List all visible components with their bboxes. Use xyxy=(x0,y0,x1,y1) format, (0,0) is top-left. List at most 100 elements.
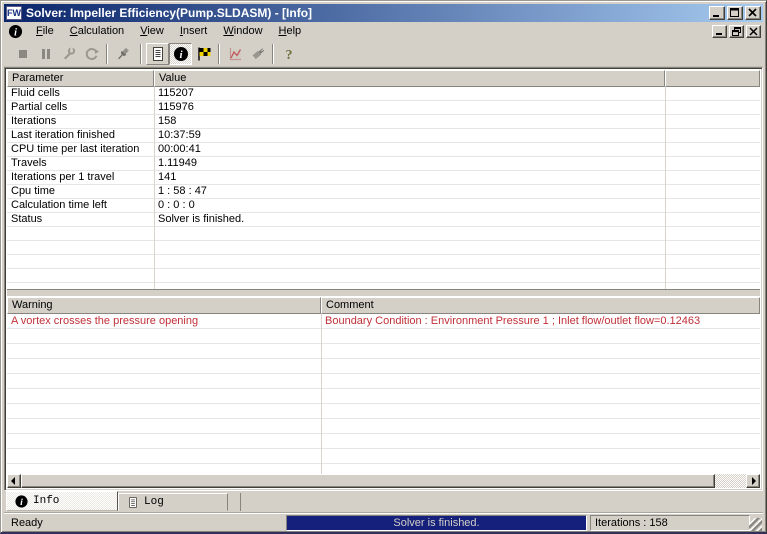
log-list-button[interactable] xyxy=(146,42,169,65)
column-header-parameter[interactable]: Parameter xyxy=(7,70,154,87)
question-mark-icon: ? xyxy=(285,48,292,62)
chart-icon xyxy=(229,47,241,60)
scrollbar-track[interactable] xyxy=(715,474,746,488)
column-header-comment[interactable]: Comment xyxy=(321,297,760,314)
param-name: CPU time per last iteration xyxy=(11,143,140,155)
pause-icon xyxy=(41,48,50,59)
tab-label: Info xyxy=(33,495,60,507)
svg-text:i: i xyxy=(20,497,23,508)
tab-info[interactable]: i Info xyxy=(6,491,118,511)
tab-log[interactable]: Log xyxy=(118,493,228,511)
param-value: 10:37:59 xyxy=(158,129,201,141)
warnings-table-header: Warning Comment xyxy=(7,297,760,314)
arrow-right-icon xyxy=(752,477,756,485)
info-icon: i xyxy=(173,46,188,61)
param-value: 158 xyxy=(158,115,177,127)
param-name: Partial cells xyxy=(11,101,68,113)
param-name: Iterations xyxy=(11,115,57,127)
child-close-button[interactable] xyxy=(746,25,761,38)
column-divider xyxy=(321,314,322,474)
solver-window: FW Solver: Impeller Efficiency(Pump.SLDA… xyxy=(0,0,767,534)
info-icon[interactable]: i xyxy=(8,24,23,39)
table-row: CPU time per last iteration 00:00:41 xyxy=(7,143,760,157)
param-value: 1 : 58 : 47 xyxy=(158,185,207,197)
horizontal-scrollbar[interactable] xyxy=(7,474,760,488)
param-name: Calculation time left xyxy=(11,199,107,211)
info-icon: i xyxy=(15,494,28,508)
tabstrip-divider xyxy=(240,493,241,511)
scroll-right-button[interactable] xyxy=(746,474,760,488)
status-bar: Ready Solver is finished. Iterations : 1… xyxy=(4,512,763,532)
resize-grip[interactable] xyxy=(749,518,762,531)
column-header-blank xyxy=(665,70,760,87)
refresh-button[interactable] xyxy=(80,43,103,65)
child-restore-button[interactable] xyxy=(729,25,744,38)
maximize-icon xyxy=(730,8,739,17)
scrollbar-thumb[interactable] xyxy=(21,474,715,488)
param-name: Status xyxy=(11,213,43,225)
param-value: 1.11949 xyxy=(158,157,197,169)
parameters-table-header: Parameter Value xyxy=(7,70,760,87)
stop-button[interactable] xyxy=(11,43,34,65)
warning-text: A vortex crosses the pressure opening xyxy=(11,315,199,327)
goals-button[interactable] xyxy=(192,43,215,65)
table-row: Iterations 158 xyxy=(7,115,760,129)
goal-plot-button[interactable] xyxy=(223,43,246,65)
minimize-icon xyxy=(713,15,719,17)
column-divider xyxy=(665,87,666,289)
param-name: Iterations per 1 travel xyxy=(11,171,115,183)
param-value: 115976 xyxy=(158,101,194,113)
column-header-value[interactable]: Value xyxy=(154,70,665,87)
minimize-icon xyxy=(716,33,722,35)
info-view: Parameter Value Fluid cells 115207 Parti… xyxy=(4,67,763,491)
close-icon xyxy=(749,27,758,36)
takeover-button[interactable] xyxy=(57,43,80,65)
param-value: 141 xyxy=(158,171,177,183)
help-button[interactable]: ? xyxy=(277,43,300,65)
preview-button[interactable] xyxy=(246,43,269,65)
close-icon xyxy=(748,8,757,17)
info-view-button[interactable]: i xyxy=(169,42,192,65)
svg-text:?: ? xyxy=(285,48,292,62)
toolbar-separator xyxy=(218,43,220,64)
column-header-warning[interactable]: Warning xyxy=(7,297,321,314)
tab-label: Log xyxy=(144,496,164,508)
param-name: Fluid cells xyxy=(11,87,60,99)
param-value: 00:00:41 xyxy=(158,143,201,155)
maximize-button[interactable] xyxy=(727,6,743,20)
menu-window[interactable]: Window xyxy=(215,23,270,40)
pane-splitter[interactable] xyxy=(7,289,760,297)
refresh-icon xyxy=(85,47,99,60)
stop-icon xyxy=(18,49,27,58)
param-value: Solver is finished. xyxy=(158,213,245,225)
param-name: Cpu time xyxy=(11,185,56,197)
menu-insert[interactable]: Insert xyxy=(172,23,216,40)
document-icon xyxy=(129,496,137,508)
table-row: Iterations per 1 travel 141 xyxy=(7,171,760,185)
scroll-left-button[interactable] xyxy=(7,474,21,488)
menu-calculation[interactable]: Calculation xyxy=(62,23,132,40)
close-button[interactable] xyxy=(745,6,761,20)
table-row: Partial cells 115976 xyxy=(7,101,760,115)
toolbar-separator xyxy=(140,43,142,64)
restore-icon xyxy=(732,27,741,36)
menu-view[interactable]: View xyxy=(132,23,172,40)
flow-solver-app-icon: FW xyxy=(6,6,22,20)
toolbar-separator xyxy=(272,43,274,64)
toolbar: i ? xyxy=(4,41,763,67)
pause-button[interactable] xyxy=(34,43,57,65)
menu-file[interactable]: File xyxy=(28,23,62,40)
menu-help[interactable]: Help xyxy=(271,23,310,40)
title-bar: FW Solver: Impeller Efficiency(Pump.SLDA… xyxy=(4,4,763,22)
table-row: Calculation time left 0 : 0 : 0 xyxy=(7,199,760,213)
table-row: A vortex crosses the pressure opening Bo… xyxy=(7,314,760,329)
pushpin-icon xyxy=(117,47,129,59)
column-divider xyxy=(154,87,155,289)
child-minimize-button[interactable] xyxy=(712,25,727,38)
checkered-flag-icon xyxy=(197,47,210,60)
minimize-button[interactable] xyxy=(709,6,725,20)
parameters-table: Parameter Value Fluid cells 115207 Parti… xyxy=(7,70,760,289)
pin-button[interactable] xyxy=(111,43,134,65)
toolbar-separator xyxy=(106,43,108,64)
wrench-icon xyxy=(63,46,75,59)
